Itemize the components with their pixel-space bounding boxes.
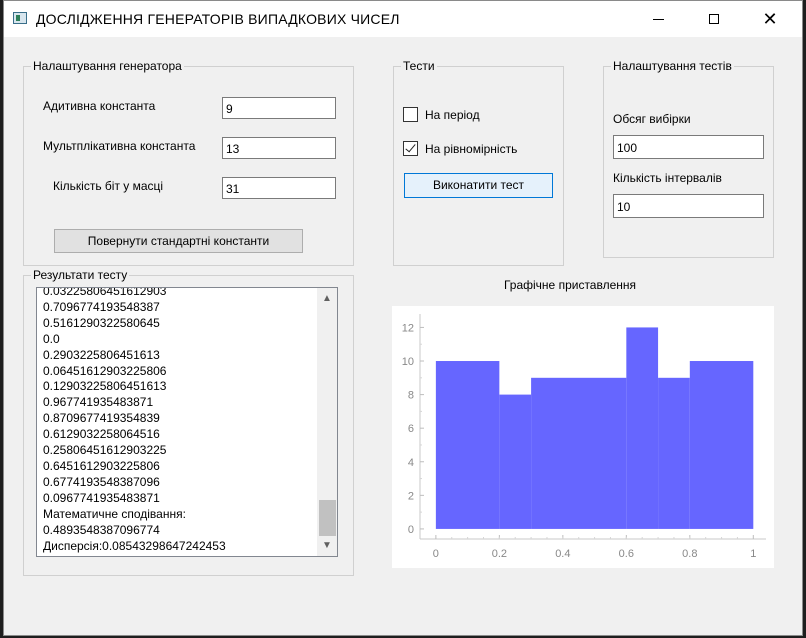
result-line: 0.0967741935483871 [43,490,160,505]
mask-bits-input[interactable]: 31 [222,177,336,199]
result-line: 0.4893548387096774 [43,522,160,537]
maximize-button[interactable] [691,1,737,37]
x-tick-label: 0.8 [682,548,697,560]
scroll-down-icon[interactable]: ▼ [317,537,337,554]
results-listbox[interactable]: 0.03225806451612903 0.7096774193548387 0.5… [36,287,338,557]
x-tick-label: 0.4 [555,548,570,560]
multiplicative-constant-label: Мультплікативна константа [43,139,196,153]
result-line: 0.6129032258064516 [43,427,160,442]
histogram-bar [689,361,754,529]
scroll-thumb[interactable] [319,500,336,536]
y-tick-label: 6 [408,423,414,435]
y-tick-label: 12 [402,322,414,334]
histogram-bar [435,361,500,529]
maximize-icon [709,14,719,24]
histogram-bar [626,327,659,529]
histogram-chart: 0 2 4 6 8 10 12 0 0.2 0.4 0.6 0.8 1 [392,306,774,568]
window-title: ДОСЛІДЖЕННЯ ГЕНЕРАТОРІВ ВИПАДКОВИХ ЧИСЕЛ [36,11,400,27]
minimize-button[interactable] [635,1,681,37]
tests-group [393,66,564,266]
result-line: 0.6451612903225806 [43,458,160,473]
result-line: 0.6774193548387096 [43,474,160,489]
x-tick-label: 0.6 [619,548,634,560]
result-line: 0.0 [43,331,60,346]
additive-constant-label: Адитивна константа [43,99,156,113]
results-text: 0.03225806451612903 0.7096774193548387 0.5… [43,287,313,554]
result-line: 0.5161290322580645 [43,315,160,330]
multiplicative-constant-input[interactable]: 13 [222,137,336,159]
x-tick-label: 0 [433,548,439,560]
y-tick-label: 10 [402,356,414,368]
histogram-bar [658,377,690,529]
result-line: 0.25806451612903225 [43,443,167,458]
x-tick-label: 0.2 [492,548,507,560]
chart-title: Графічне приставлення [503,278,637,292]
uniformity-test-label[interactable]: На рівномірність [425,142,517,156]
result-line: 0.967741935483871 [43,395,154,410]
y-tick-label: 8 [408,390,414,402]
x-tick-label: 1 [750,548,756,560]
y-tick-label: 0 [408,524,414,536]
results-scrollbar[interactable]: ▲ ▼ [317,288,337,556]
sample-size-input[interactable]: 100 [613,135,764,159]
scroll-up-icon[interactable]: ▲ [317,290,337,307]
app-icon [13,12,27,24]
result-line: Математичне сподівання: [43,506,186,521]
sample-size-label: Обсяг вибірки [613,112,691,126]
tests-label: Тести [401,59,437,73]
histogram-bar [531,377,627,529]
test-settings-label: Налаштування тестів [611,59,734,73]
intervals-count-input[interactable]: 10 [613,194,764,218]
period-test-checkbox[interactable] [403,107,418,122]
title-bar[interactable]: ДОСЛІДЖЕННЯ ГЕНЕРАТОРІВ ВИПАДКОВИХ ЧИСЕЛ… [4,1,802,37]
result-line: 0.7096774193548387 [43,299,160,314]
y-tick-label: 4 [408,457,414,469]
result-line: Дисперсія:0.08543298647242453 [43,538,226,553]
period-test-label[interactable]: На період [425,108,480,122]
result-line: 0.8709677419354839 [43,411,160,426]
result-line: 0.06451612903225806 [43,363,167,378]
mask-bits-label: Кількість біт у масці [53,179,164,193]
y-tick-label: 2 [408,490,414,502]
uniformity-test-checkbox[interactable] [403,141,418,156]
generator-settings-label: Налаштування генератора [31,59,184,73]
close-icon: ✕ [762,9,778,29]
close-button[interactable]: ✕ [747,1,793,37]
run-test-button[interactable]: Виконатити тест [404,173,553,198]
minimize-icon [652,18,664,20]
test-settings-group [603,66,774,258]
intervals-count-label: Кількість інтервалів [613,171,722,185]
result-line: 0.03225806451612903 [43,287,167,298]
result-line: 0.2903225806451613 [43,347,160,362]
reset-constants-button[interactable]: Повернути стандартні константи [54,229,303,253]
additive-constant-input[interactable]: 9 [222,97,336,119]
result-line: 0.12903225806451613 [43,379,167,394]
histogram-bar [499,394,532,529]
test-results-label: Результати тесту [31,268,130,282]
